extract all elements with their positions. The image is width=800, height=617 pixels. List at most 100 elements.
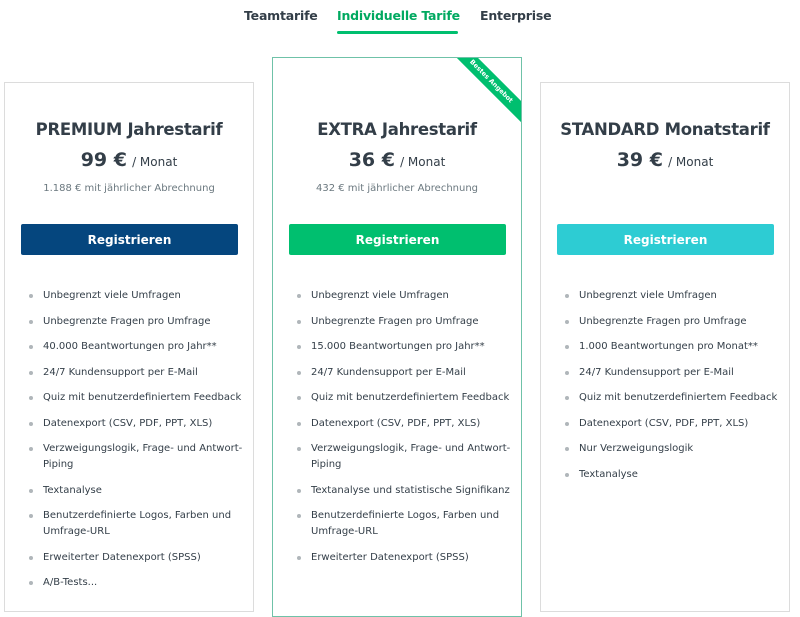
bullet-icon: [297, 555, 301, 560]
plan-price: 99 €: [80, 149, 127, 171]
bullet-icon: [297, 345, 301, 349]
feature-text: 24/7 Kundensupport per E-Mail: [311, 366, 466, 378]
feature-text: Textanalyse: [579, 468, 638, 480]
bullet-icon: [297, 294, 301, 298]
feature-list: Unbegrenzt viele Umfragen Unbegrenzte Fra…: [563, 288, 779, 492]
feature-list: Unbegrenzt viele Umfragen Unbegrenzte Fra…: [27, 288, 243, 601]
feature-item: Unbegrenzte Fragen pro Umfrage: [563, 314, 779, 330]
bullet-icon: [29, 396, 33, 400]
price-row: 39 € / Monat: [541, 149, 789, 171]
feature-item: 24/7 Kundensupport per E-Mail: [27, 365, 243, 381]
feature-text: Benutzerdefinierte Logos, Farben und Umf…: [311, 510, 500, 537]
plan-title: STANDARD Monatstarif: [560, 120, 770, 139]
feature-item: 15.000 Beantwortungen pro Jahr**: [295, 339, 511, 355]
bullet-icon: [297, 396, 301, 400]
plan-price: 36 €: [348, 149, 395, 171]
feature-item: Unbegrenzte Fragen pro Umfrage: [27, 314, 243, 330]
plan-title: EXTRA Jahrestarif: [317, 120, 477, 139]
feature-text: 24/7 Kundensupport per E-Mail: [579, 366, 734, 378]
bullet-icon: [297, 447, 301, 451]
price-row: 36 € / Monat: [273, 149, 521, 171]
bullet-icon: [29, 421, 33, 426]
tab-teamtarife[interactable]: Teamtarife: [244, 8, 318, 34]
tab-enterprise[interactable]: Enterprise: [480, 8, 552, 34]
bullet-icon: [29, 370, 33, 375]
feature-item: Quiz mit benutzerdefiniertem Feedback: [295, 390, 511, 406]
feature-item: Nur Verzweigungslogik: [563, 441, 779, 457]
feature-item: Datenexport (CSV, PDF, PPT, XLS): [563, 416, 779, 432]
feature-item: Textanalyse: [563, 467, 779, 483]
feature-item: Datenexport (CSV, PDF, PPT, XLS): [27, 416, 243, 432]
feature-text: Erweiterter Datenexport (SPSS): [311, 551, 469, 563]
feature-item: Textanalyse: [27, 483, 243, 499]
bullet-icon: [297, 488, 301, 493]
plan-card-standard: STANDARD Monatstarif 39 € / Monat Regist…: [540, 82, 790, 612]
feature-text: 24/7 Kundensupport per E-Mail: [43, 366, 198, 378]
bullet-icon: [29, 345, 33, 349]
feature-text: Unbegrenzte Fragen pro Umfrage: [579, 315, 747, 327]
feature-item: Unbegrenzt viele Umfragen: [27, 288, 243, 304]
feature-text: Unbegrenzt viele Umfragen: [579, 290, 717, 301]
register-button[interactable]: Registrieren: [557, 224, 774, 255]
bullet-icon: [297, 319, 301, 324]
feature-text: Verzweigungslogik, Frage- und Antwort-Pi…: [43, 443, 243, 470]
feature-item: Quiz mit benutzerdefiniertem Feedback: [27, 390, 243, 406]
feature-item: Verzweigungslogik, Frage- und Antwort-Pi…: [295, 441, 511, 473]
bullet-icon: [565, 396, 569, 400]
feature-item: 1.000 Beantwortungen pro Monat**: [563, 339, 779, 355]
feature-item: Textanalyse und statistische Signifikanz: [295, 483, 511, 499]
feature-item: 24/7 Kundensupport per E-Mail: [563, 365, 779, 381]
feature-item: Unbegrenzt viele Umfragen: [295, 288, 511, 304]
plan-type-tabs: Teamtarife Individuelle Tarife Enterpris…: [0, 0, 800, 34]
feature-text: Datenexport (CSV, PDF, PPT, XLS): [579, 417, 749, 429]
plan-price: 39 €: [616, 149, 663, 171]
active-tab-indicator: [337, 31, 458, 34]
feature-text: Erweiterter Datenexport (SPSS): [43, 551, 201, 563]
price-period: / Monat: [668, 155, 714, 169]
bullet-icon: [29, 514, 33, 518]
feature-text: Textanalyse: [43, 484, 102, 496]
bullet-icon: [565, 319, 569, 324]
feature-item: Unbegrenzt viele Umfragen: [563, 288, 779, 304]
feature-item: A/B-Tests...: [27, 575, 243, 591]
feature-text: Unbegrenzte Fragen pro Umfrage: [43, 315, 211, 327]
feature-item: Unbegrenzte Fragen pro Umfrage: [295, 314, 511, 330]
best-offer-ribbon: Bestes Angebot: [450, 58, 521, 129]
billing-note: 1.188 € mit jährlicher Abrechnung: [43, 183, 215, 194]
feature-text: Benutzerdefinierte Logos, Farben und Umf…: [43, 510, 232, 537]
feature-text: Quiz mit benutzerdefiniertem Feedback: [311, 392, 510, 403]
plan-title: PREMIUM Jahrestarif: [35, 120, 223, 139]
feature-item: 40.000 Beantwortungen pro Jahr**: [27, 339, 243, 355]
feature-text: Unbegrenzt viele Umfragen: [311, 290, 449, 301]
feature-text: 15.000 Beantwortungen pro Jahr**: [311, 341, 485, 352]
feature-text: Datenexport (CSV, PDF, PPT, XLS): [311, 417, 481, 429]
feature-list: Unbegrenzt viele Umfragen Unbegrenzte Fra…: [295, 288, 511, 575]
bullet-icon: [29, 319, 33, 324]
feature-item: Verzweigungslogik, Frage- und Antwort-Pi…: [27, 441, 243, 473]
feature-text: 40.000 Beantwortungen pro Jahr**: [43, 341, 217, 352]
bullet-icon: [29, 447, 33, 451]
price-row: 99 € / Monat: [5, 149, 253, 171]
price-period: / Monat: [400, 155, 446, 169]
bullet-icon: [565, 472, 569, 477]
feature-text: Datenexport (CSV, PDF, PPT, XLS): [43, 417, 213, 429]
feature-item: Datenexport (CSV, PDF, PPT, XLS): [295, 416, 511, 432]
bullet-icon: [29, 294, 33, 298]
bullet-icon: [565, 447, 569, 451]
feature-text: A/B-Tests...: [43, 577, 98, 588]
register-button[interactable]: Registrieren: [289, 224, 506, 255]
register-button[interactable]: Registrieren: [21, 224, 238, 255]
bullet-icon: [565, 294, 569, 298]
feature-text: Quiz mit benutzerdefiniertem Feedback: [579, 392, 778, 403]
feature-item: Quiz mit benutzerdefiniertem Feedback: [563, 390, 779, 406]
feature-text: Unbegrenzte Fragen pro Umfrage: [311, 315, 479, 327]
feature-item: Erweiterter Datenexport (SPSS): [27, 550, 243, 566]
plan-card-premium: PREMIUM Jahrestarif 99 € / Monat 1.188 €…: [4, 82, 254, 612]
feature-text: Quiz mit benutzerdefiniertem Feedback: [43, 392, 242, 403]
feature-item: Benutzerdefinierte Logos, Farben und Umf…: [295, 508, 511, 540]
bullet-icon: [29, 555, 33, 560]
bullet-icon: [297, 370, 301, 375]
feature-text: Unbegrenzt viele Umfragen: [43, 290, 181, 301]
ribbon-label: Bestes Angebot: [450, 58, 521, 126]
feature-item: Erweiterter Datenexport (SPSS): [295, 550, 511, 566]
